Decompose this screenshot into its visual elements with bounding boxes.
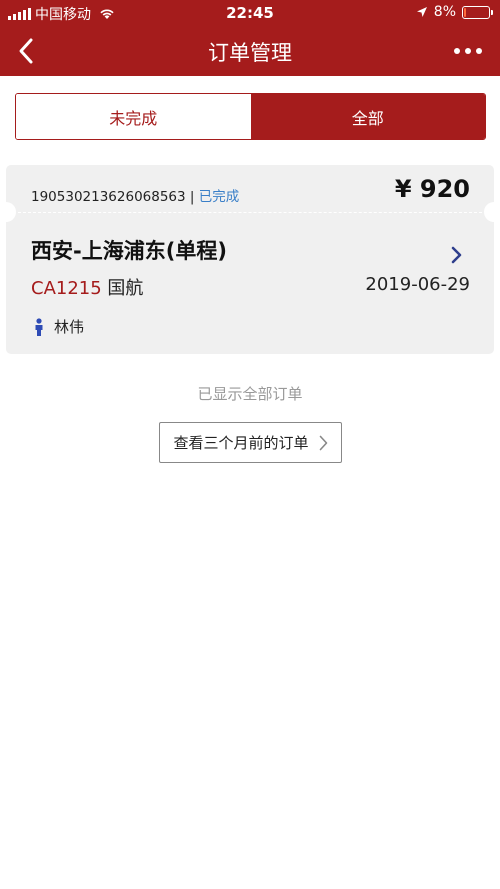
airline-name: 国航	[101, 278, 144, 299]
tab-incomplete[interactable]: 未完成	[16, 94, 251, 139]
flight-route: 西安-上海浦东(单程)	[31, 239, 227, 263]
battery-percent: 8%	[433, 4, 456, 20]
more-dots-icon[interactable]	[454, 39, 482, 63]
ticket-notch-right	[484, 202, 494, 222]
order-price: ¥ 920	[394, 175, 470, 203]
view-older-orders-button[interactable]: 查看三个月前的订单	[159, 422, 342, 463]
order-separator: |	[185, 189, 199, 205]
order-card[interactable]: 190530213626068563 | 已完成 ¥ 920 西安-上海浦东(单…	[6, 165, 494, 354]
order-header: 190530213626068563 | 已完成	[31, 185, 239, 205]
battery-fill	[464, 7, 466, 17]
ticket-divider	[18, 212, 482, 213]
order-filter-tabs: 未完成 全部	[15, 93, 486, 140]
view-older-orders-label: 查看三个月前的订单	[173, 434, 309, 452]
flight-number: CA1215	[31, 278, 102, 299]
person-icon	[35, 317, 43, 336]
battery-icon	[462, 5, 493, 19]
chevron-right-icon[interactable]	[450, 245, 464, 265]
passenger-row: 林伟	[34, 316, 84, 337]
tab-all[interactable]: 全部	[250, 94, 485, 139]
chevron-right-icon	[319, 435, 327, 450]
passenger-name: 林伟	[54, 318, 85, 336]
nav-bar: 订单管理	[0, 26, 500, 76]
order-number: 190530213626068563	[31, 189, 186, 205]
status-bar: 中国移动 22:45 8%	[0, 0, 500, 26]
all-orders-shown-text: 已显示全部订单	[197, 385, 303, 403]
order-status: 已完成	[198, 189, 240, 205]
page-title: 订单管理	[208, 41, 292, 65]
status-right: 8%	[416, 4, 493, 20]
location-arrow-icon	[416, 7, 427, 17]
flight-date: 2019-06-29	[365, 274, 470, 295]
flight-info: CA1215 国航	[31, 274, 143, 300]
ticket-notch-left	[6, 202, 16, 222]
